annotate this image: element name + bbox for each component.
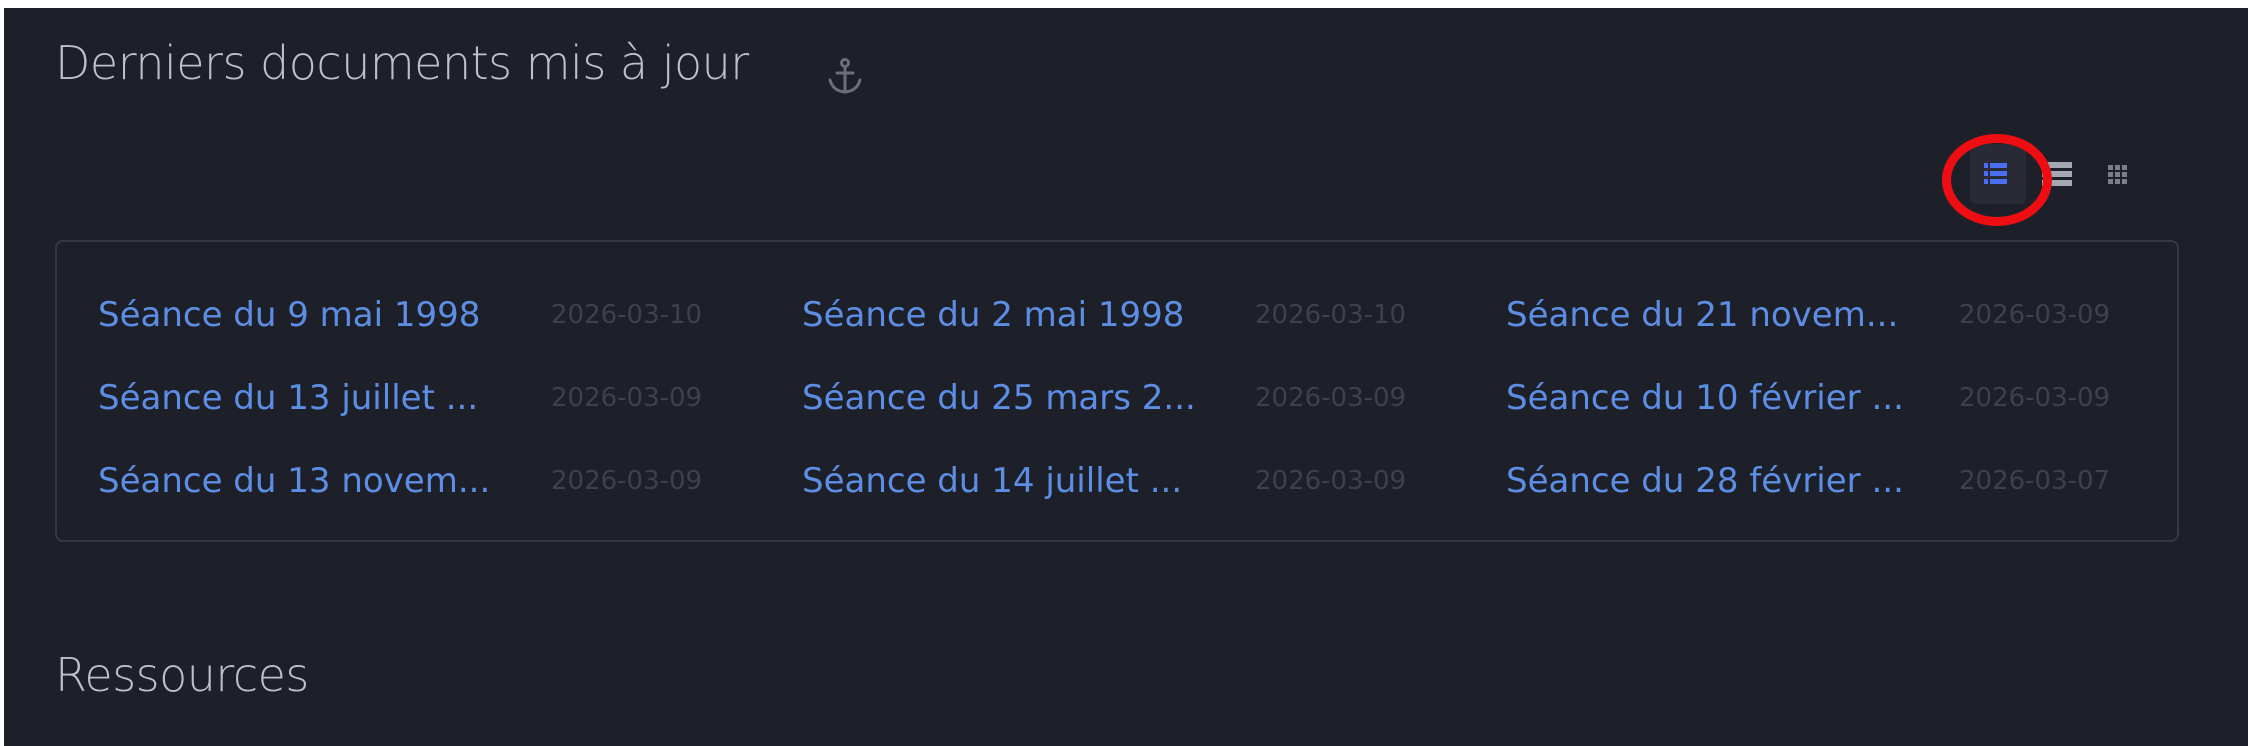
document-link[interactable]: Séance du 14 juillet ... xyxy=(802,459,1182,503)
compact-view-button[interactable] xyxy=(2030,144,2086,204)
compact-view-icon xyxy=(2042,162,2072,186)
list-view-icon xyxy=(1984,163,2007,184)
recent-documents-list: Séance du 9 mai 1998 2026-03-10 Séance d… xyxy=(55,240,2179,542)
resources-title: Ressources xyxy=(55,648,309,702)
document-link[interactable]: Séance du 10 février ... xyxy=(1506,376,1904,420)
document-link[interactable]: Séance du 9 mai 1998 xyxy=(98,293,480,337)
document-link[interactable]: Séance du 21 novem... xyxy=(1506,293,1898,337)
main-panel: Derniers documents mis à jour Séance du … xyxy=(4,8,2248,746)
recent-documents-title: Derniers documents mis à jour xyxy=(55,36,749,90)
document-link[interactable]: Séance du 2 mai 1998 xyxy=(802,293,1184,337)
document-date: 2026-03-09 xyxy=(551,383,703,413)
document-date: 2026-03-10 xyxy=(1255,300,1407,330)
document-date: 2026-03-09 xyxy=(1255,466,1407,496)
grid-view-button[interactable] xyxy=(2090,144,2146,204)
anchor-icon[interactable] xyxy=(825,57,865,97)
list-view-button[interactable] xyxy=(1970,144,2026,204)
document-link[interactable]: Séance du 13 novem... xyxy=(98,459,490,503)
document-date: 2026-03-09 xyxy=(1255,383,1407,413)
document-date: 2026-03-09 xyxy=(1959,300,2111,330)
document-date: 2026-03-09 xyxy=(1959,383,2111,413)
document-link[interactable]: Séance du 28 février ... xyxy=(1506,459,1904,503)
document-link[interactable]: Séance du 13 juillet ... xyxy=(98,376,478,420)
document-link[interactable]: Séance du 25 mars 2... xyxy=(802,376,1196,420)
document-date: 2026-03-10 xyxy=(551,300,703,330)
document-date: 2026-03-09 xyxy=(551,466,703,496)
grid-view-icon xyxy=(2108,165,2127,184)
document-date: 2026-03-07 xyxy=(1959,466,2111,496)
